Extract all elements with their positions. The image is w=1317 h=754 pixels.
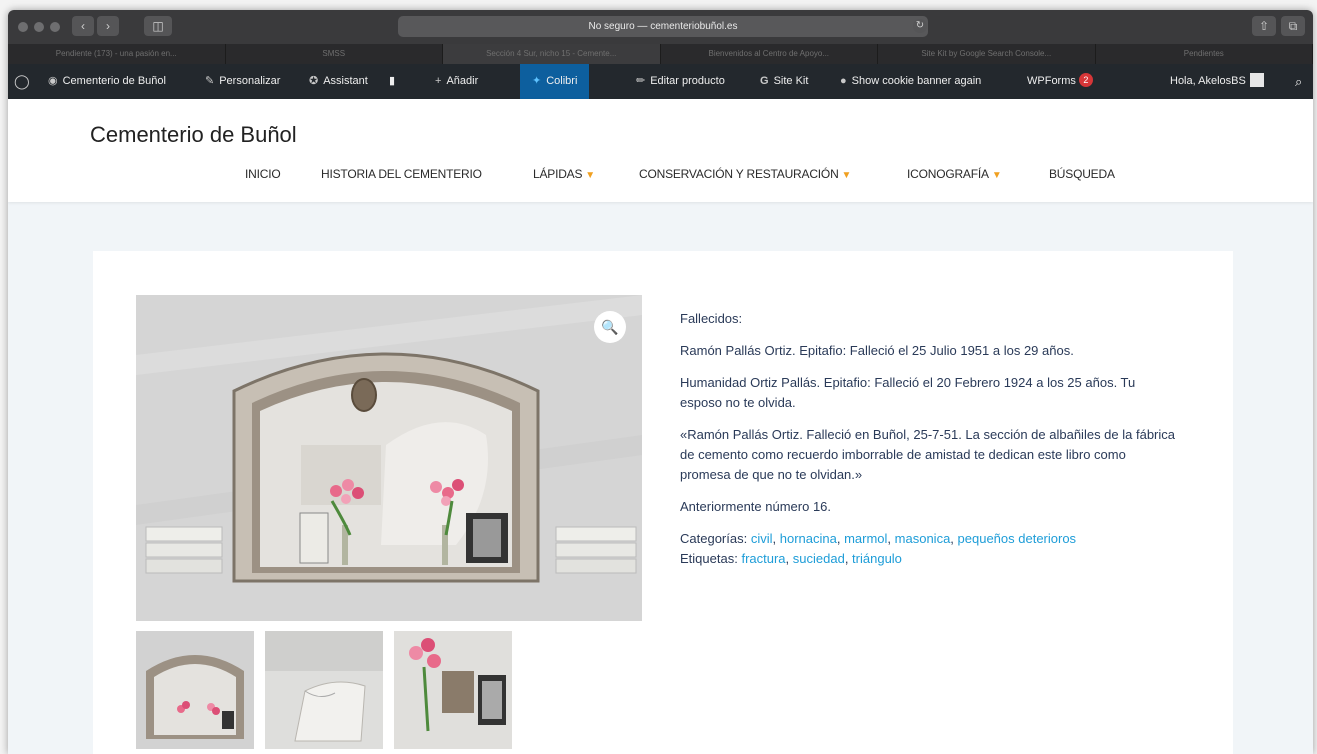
chevron-down-icon: ▼ xyxy=(991,170,1002,181)
zoom-window-button[interactable] xyxy=(50,22,60,32)
tag-link[interactable]: triángulo xyxy=(852,551,902,566)
google-g-icon: G xyxy=(760,75,769,87)
minimize-window-button[interactable] xyxy=(34,22,44,32)
tabs-overview-icon[interactable]: ⧉ xyxy=(1281,16,1305,36)
previous-number: Anteriormente número 16. xyxy=(680,499,832,514)
deceased-line: Humanidad Ortiz Pallás. Epitafio: Fallec… xyxy=(680,375,1136,410)
deceased-line: Ramón Pallás Ortiz. Epitafio: Falleció e… xyxy=(680,343,1074,358)
colibri-link[interactable]: ✦ Colibri xyxy=(520,64,590,99)
product-main-image[interactable]: 🔍 xyxy=(136,295,642,621)
comments-icon[interactable]: ▮ xyxy=(389,64,395,99)
edit-product-link[interactable]: ✏ Editar producto xyxy=(636,64,725,99)
brush-icon: ✎ xyxy=(205,75,215,87)
sitekit-link[interactable]: G Site Kit xyxy=(760,64,808,99)
tags-label: Etiquetas: xyxy=(680,551,738,566)
search-icon[interactable]: ⌕ xyxy=(1295,64,1302,99)
tag-link[interactable]: fractura xyxy=(741,551,785,566)
menu-item-historia[interactable]: HISTORIA DEL CEMENTERIO xyxy=(321,167,482,181)
menu-item-iconografia[interactable]: ICONOGRAFÍA ▼ xyxy=(907,167,1002,181)
wordpress-logo-icon[interactable]: ◯ xyxy=(14,64,30,99)
product-tags: Etiquetas: fractura, suciedad, triángulo xyxy=(680,551,902,566)
plus-icon: + xyxy=(435,75,442,87)
thumbnail-image xyxy=(265,631,383,749)
chevron-down-icon: ▼ xyxy=(841,170,852,181)
account-menu[interactable]: Hola, AkelosBS xyxy=(1170,64,1264,99)
menu-item-lapidas[interactable]: LÁPIDAS ▼ xyxy=(533,167,595,181)
cookie-banner-link[interactable]: ● Show cookie banner again xyxy=(840,64,981,99)
dashboard-icon: ◉ xyxy=(48,75,58,87)
share-icon[interactable]: ⇧ xyxy=(1252,16,1276,36)
category-link[interactable]: marmol xyxy=(844,531,887,546)
browser-tab[interactable]: Site Kit by Google Search Console... xyxy=(878,44,1096,64)
browser-tab-bar: Pendiente (173) - una pasión en... SMSS … xyxy=(8,44,1313,64)
menu-item-inicio[interactable]: INICIO xyxy=(245,167,281,181)
categories-label: Categorías: xyxy=(680,531,748,546)
add-new-link[interactable]: + Añadir xyxy=(435,64,478,99)
category-link[interactable]: masonica xyxy=(895,531,951,546)
category-link[interactable]: civil xyxy=(751,531,773,546)
category-link[interactable]: hornacina xyxy=(780,531,837,546)
browser-tab[interactable]: Pendiente (173) - una pasión en... xyxy=(8,44,226,64)
wpforms-link[interactable]: WPForms 2 xyxy=(1027,64,1093,99)
menu-item-conservacion[interactable]: CONSERVACIÓN Y RESTAURACIÓN ▼ xyxy=(639,167,851,181)
browser-tab[interactable]: SMSS xyxy=(226,44,443,64)
product-description: Fallecidos: Ramón Pallás Ortiz. Epitafio… xyxy=(680,309,1175,569)
avatar xyxy=(1249,73,1264,87)
cookie-icon: ● xyxy=(840,75,847,87)
site-header: Cementerio de Buñol INICIO HISTORIA DEL … xyxy=(8,99,1313,202)
address-bar[interactable]: No seguro — cementeriobuñol.es xyxy=(398,16,928,37)
close-window-button[interactable] xyxy=(18,22,28,32)
customize-link[interactable]: ✎ Personalizar xyxy=(205,64,280,99)
forward-button[interactable]: › xyxy=(97,16,119,36)
admin-site-link[interactable]: ◉ Cementerio de Buñol xyxy=(48,64,166,99)
back-button[interactable]: ‹ xyxy=(72,16,94,36)
product-categories: Categorías: civil, hornacina, marmol, ma… xyxy=(680,531,1077,546)
chevron-down-icon: ▼ xyxy=(585,170,595,181)
browser-tab-active[interactable]: Sección 4 Sur, nicho 15 - Cemente... xyxy=(443,44,661,64)
reload-icon[interactable]: ↻ xyxy=(913,19,927,33)
product-content: 🔍 Fallecidos: Ramón Pallás Ortiz. Epitaf… xyxy=(93,251,1233,754)
colibri-icon: ✦ xyxy=(532,75,542,87)
site-title[interactable]: Cementerio de Buñol xyxy=(90,122,297,148)
category-link[interactable]: pequeños deterioros xyxy=(958,531,1077,546)
tombstone-photo xyxy=(136,295,642,621)
browser-tab[interactable]: Pendientes xyxy=(1096,44,1313,64)
zoom-icon[interactable]: 🔍 xyxy=(594,311,626,343)
sidebar-toggle-icon[interactable]: ◫ xyxy=(144,16,172,36)
browser-titlebar: ‹ › ◫ No seguro — cementeriobuñol.es ↻ ⇧… xyxy=(8,10,1313,44)
tag-link[interactable]: suciedad xyxy=(793,551,845,566)
wp-admin-bar: ◯ ◉ Cementerio de Buñol ✎ Personalizar ✪ As… xyxy=(8,64,1313,99)
assistant-link[interactable]: ✪ Assistant xyxy=(309,64,368,99)
notification-badge: 2 xyxy=(1078,73,1093,87)
thumbnail-image xyxy=(136,631,254,749)
product-thumbnail[interactable] xyxy=(265,631,383,749)
menu-item-busqueda[interactable]: BÚSQUEDA xyxy=(1049,167,1115,181)
product-thumbnail[interactable] xyxy=(394,631,512,749)
browser-window: ‹ › ◫ No seguro — cementeriobuñol.es ↻ ⇧… xyxy=(8,10,1313,754)
deceased-label: Fallecidos: xyxy=(680,311,743,326)
thumbnail-image xyxy=(394,631,512,749)
address-text: No seguro — cementeriobuñol.es xyxy=(588,21,738,32)
browser-tab[interactable]: Bienvenidos al Centro de Apoyo... xyxy=(661,44,878,64)
product-thumbnail[interactable] xyxy=(136,631,254,749)
epitaph-text: «Ramón Pallás Ortiz. Falleció en Buñol, … xyxy=(680,427,1175,482)
pencil-icon: ✏ xyxy=(636,75,646,87)
assistant-icon: ✪ xyxy=(309,75,319,87)
